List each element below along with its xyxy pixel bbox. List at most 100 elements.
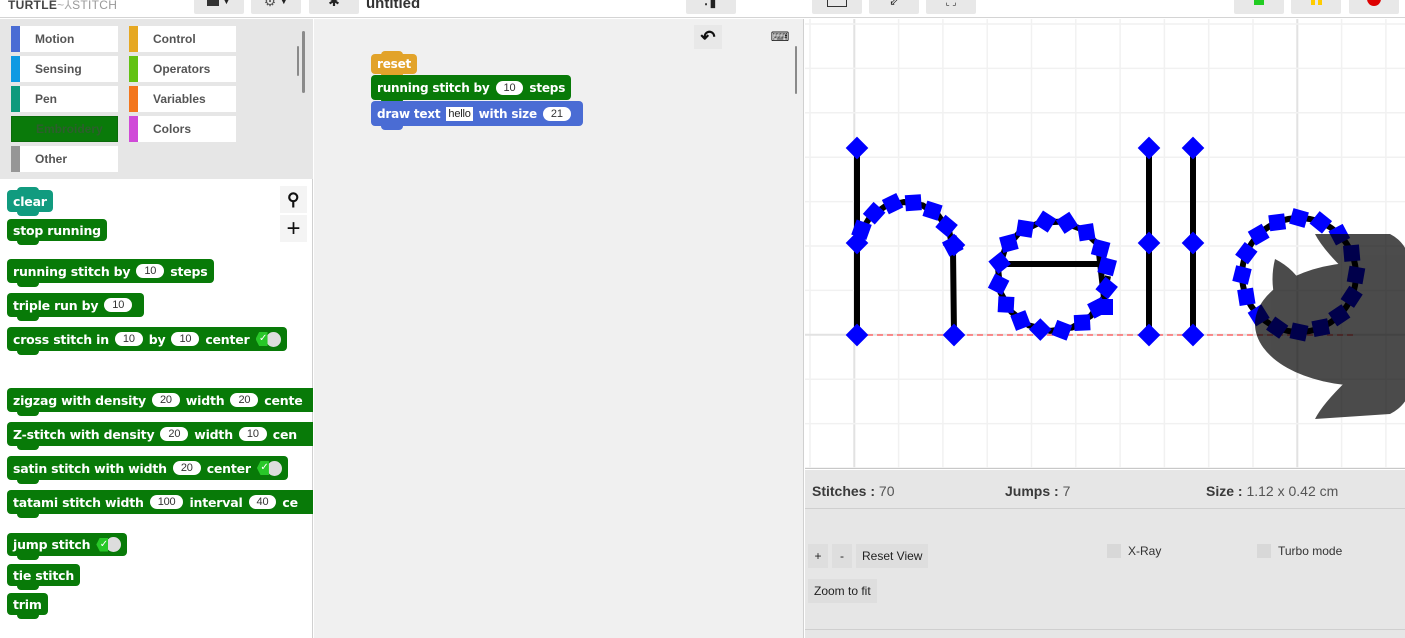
chevron-down-icon: ▼	[222, 0, 231, 6]
jump-toggle[interactable]: ✓	[96, 537, 122, 552]
stage-drawing	[805, 19, 1405, 468]
category-scrollbar[interactable]	[302, 31, 305, 93]
center-toggle[interactable]: ✓	[255, 331, 281, 347]
block-label: steps	[529, 80, 566, 95]
block-label: interval	[189, 494, 243, 510]
logo-text-turtle: TURTLE	[8, 0, 58, 12]
block-cross-stitch[interactable]: cross stitch in 10 by 10 center ✓	[7, 327, 287, 355]
fullscreen-button[interactable]: ⌞ ⌟	[926, 0, 976, 14]
pause-button[interactable]	[1291, 0, 1341, 14]
keyboard-entry-button[interactable]: ⌨	[766, 25, 794, 49]
category-sensing[interactable]: Sensing	[11, 56, 118, 82]
zoom-in-button[interactable]: +	[808, 544, 828, 568]
reset-view-button[interactable]: Reset View	[856, 544, 929, 568]
stitch-point	[1055, 211, 1078, 234]
width-input[interactable]: 100	[149, 495, 184, 509]
block-clear[interactable]: clear	[7, 187, 53, 216]
rows-input[interactable]: 10	[171, 332, 200, 346]
block-reset[interactable]: reset	[371, 51, 418, 78]
script-scrollbar[interactable]	[795, 46, 797, 94]
category-operators[interactable]: Operators	[129, 56, 236, 82]
size-label: Size :	[1206, 483, 1243, 499]
center-toggle[interactable]: ✓	[256, 460, 282, 476]
block-tie-stitch[interactable]: tie stitch	[7, 564, 81, 590]
xray-checkbox[interactable]: X-Ray	[1107, 544, 1161, 558]
checkbox-box[interactable]	[1257, 544, 1271, 558]
category-label: Motion	[35, 32, 75, 46]
gear-icon: ⚙	[263, 0, 277, 9]
category-other[interactable]: Other	[11, 146, 118, 172]
block-satin-stitch[interactable]: satin stitch with width 20 center ✓	[7, 456, 288, 484]
stop-button[interactable]	[1349, 0, 1399, 14]
block-label: cen	[272, 426, 297, 442]
steps-input[interactable]: 10	[136, 264, 165, 278]
block-draw-text[interactable]: draw text hello with size 21	[371, 101, 583, 130]
block-jump-stitch[interactable]: jump stitch ✓	[7, 533, 128, 560]
stage-normal-icon	[827, 0, 847, 7]
length-input[interactable]: 10	[104, 298, 133, 312]
footprints-button[interactable]: ⁚❚	[686, 0, 736, 14]
search-blocks-button[interactable]: ⚲	[280, 186, 307, 213]
width-input[interactable]: 20	[230, 393, 259, 407]
category-variables[interactable]: Variables	[129, 86, 236, 112]
jumps-label: Jumps :	[1005, 483, 1059, 499]
block-stop-running[interactable]: stop running	[7, 219, 107, 245]
cols-input[interactable]: 10	[114, 332, 143, 346]
stitch-point	[1077, 223, 1096, 242]
width-input[interactable]: 10	[238, 427, 267, 441]
density-input[interactable]: 20	[160, 427, 189, 441]
toggle-knob	[106, 537, 122, 552]
toggle-knob	[266, 460, 282, 476]
make-block-button[interactable]: +	[280, 215, 307, 242]
block-running-stitch[interactable]: running stitch by 10 steps	[7, 259, 214, 287]
green-flag-button[interactable]	[1234, 0, 1284, 14]
stitch-point	[1181, 323, 1205, 347]
block-tatami-stitch[interactable]: tatami stitch width 100 interval 40 ce	[7, 490, 313, 518]
text-input[interactable]: hello	[446, 106, 473, 121]
block-label: reset	[377, 57, 412, 71]
turbo-mode-checkbox[interactable]: Turbo mode	[1257, 544, 1342, 558]
block-label: width	[194, 426, 233, 442]
interval-input[interactable]: 40	[248, 495, 277, 509]
width-input[interactable]: 20	[172, 461, 201, 475]
size-value: 1.12 x 0.42 cm	[1246, 483, 1339, 499]
small-stage-button[interactable]: ⇙	[869, 0, 919, 14]
undo-icon: ↶	[700, 26, 716, 47]
category-scrollbar-thumb[interactable]	[297, 46, 299, 76]
category-selector: Motion Control Sensing Operators Pen Var…	[0, 19, 313, 179]
category-pen[interactable]: Pen	[11, 86, 118, 112]
settings-menu-button[interactable]: ⚙ ▼	[251, 0, 301, 14]
block-trim[interactable]: trim	[7, 593, 48, 619]
script-area[interactable]: ↶ ⌨ reset running stitch by 10 steps draw …	[314, 19, 804, 638]
stitch-point	[1073, 314, 1091, 332]
design-size: Size : 1.12 x 0.42 cm	[1206, 483, 1338, 499]
category-motion[interactable]: Motion	[11, 26, 118, 52]
block-running-stitch[interactable]: running stitch by 10 steps	[371, 75, 572, 104]
category-embroidery[interactable]: Embroidery	[11, 116, 118, 142]
stage-canvas[interactable]	[805, 19, 1405, 469]
pause-icon	[1310, 0, 1322, 5]
stitch-point	[997, 296, 1015, 314]
size-input[interactable]: 21	[542, 106, 571, 121]
block-triple-run[interactable]: triple run by 10	[7, 293, 145, 321]
block-zigzag[interactable]: zigzag with density 20 width 20 cente	[7, 388, 313, 416]
block-label: ce	[282, 494, 298, 510]
block-label: width	[185, 392, 225, 408]
checkbox-box[interactable]	[1107, 544, 1121, 558]
turtle-icon[interactable]	[1255, 224, 1405, 444]
costume-button[interactable]: ✱	[309, 0, 359, 14]
file-menu-button[interactable]: ▼	[194, 0, 244, 14]
category-control[interactable]: Control	[129, 26, 236, 52]
zoom-out-button[interactable]: -	[832, 544, 852, 568]
block-label: running stitch by	[13, 263, 131, 279]
block-z-stitch[interactable]: Z-stitch with density 20 width 10 cen	[7, 422, 313, 450]
zoom-to-fit-button[interactable]: Zoom to fit	[808, 579, 877, 603]
needle-icon: ~⅄	[57, 0, 73, 12]
category-colors[interactable]: Colors	[129, 116, 236, 142]
block-label: steps	[170, 263, 208, 279]
stitch-point	[845, 323, 869, 347]
steps-input[interactable]: 10	[495, 80, 524, 95]
density-input[interactable]: 20	[151, 393, 180, 407]
undo-button[interactable]: ↶	[694, 25, 722, 49]
normal-stage-button[interactable]	[812, 0, 862, 14]
